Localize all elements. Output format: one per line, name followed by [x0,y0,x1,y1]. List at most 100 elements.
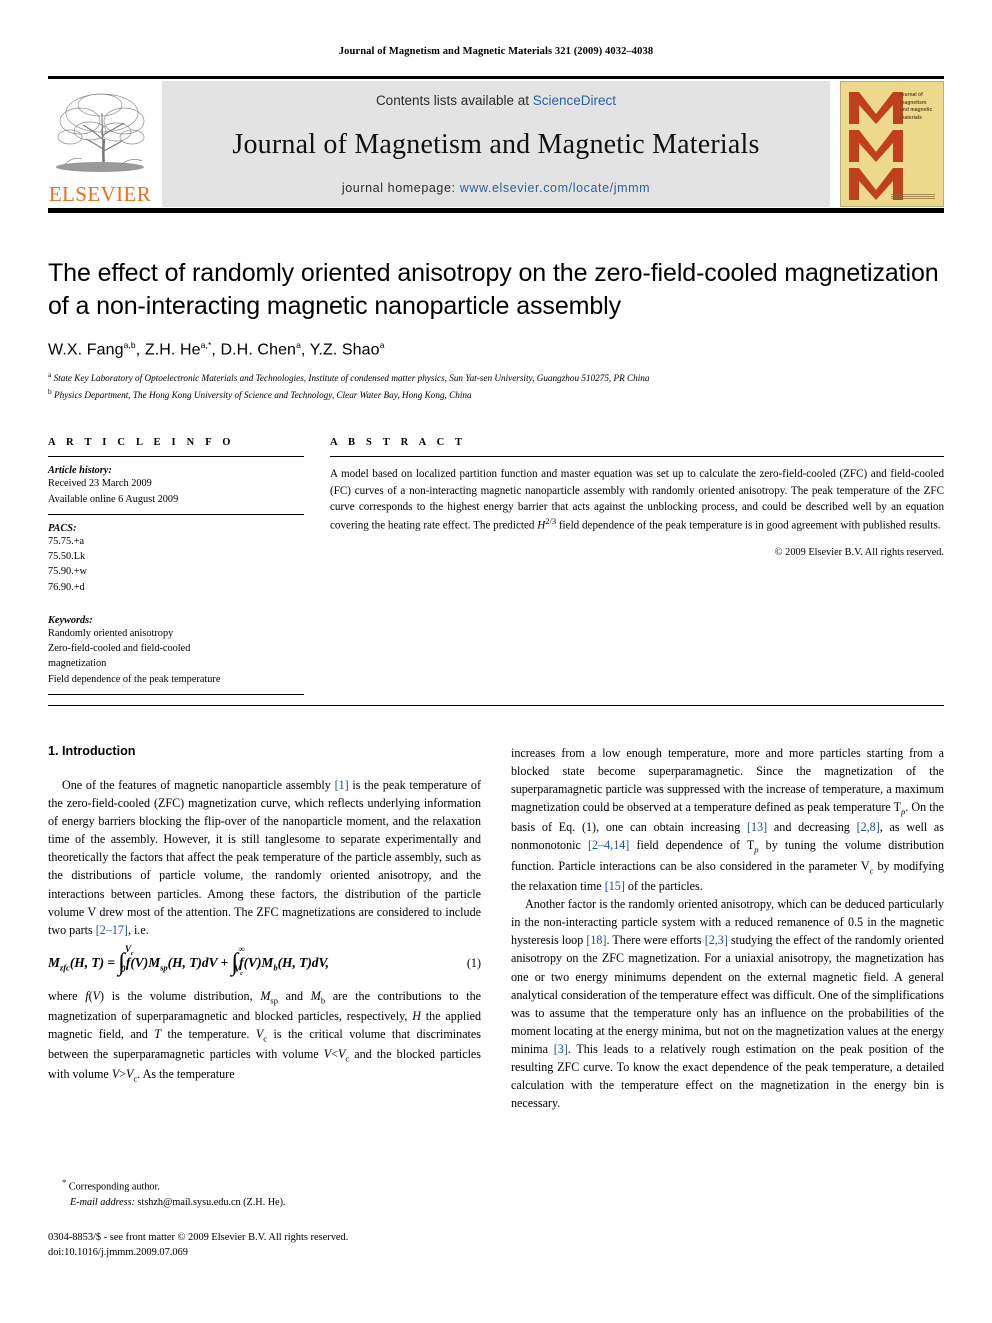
citation-ref[interactable]: [13] [747,820,767,834]
journal-cover-thumbnail: journal of magnetism and magnetic materi… [840,81,944,207]
integral-2-body: f(V)M [239,955,274,971]
citation-ref[interactable]: [3] [554,1042,568,1056]
citation-ref[interactable]: [18] [586,933,606,947]
pacs-code: 75.90.+w [48,566,87,578]
integral-1-upper: Vc [125,944,134,957]
abstract-column: A B S T R A C T A model based on localiz… [330,437,944,694]
article-info-rule [48,456,304,458]
integral-2-tail: (H, T)dV, [277,955,330,971]
equation-lhs-sub: zfc [59,962,70,973]
imprint-issn-line: 0304-8853/$ - see front matter © 2009 El… [48,1231,349,1243]
citation-ref[interactable]: [2–17] [96,923,128,937]
pacs-code: 75.75.+a [48,535,85,547]
email-label: E-mail address: [70,1196,135,1208]
citation-ref[interactable]: [15] [605,879,625,893]
abstract-field-exponent: 2/3 [545,516,557,527]
integral-2-lower: Vc [234,964,243,977]
email-note: E-mail address: stshzh@mail.sysu.edu.cn … [48,1195,481,1210]
running-head: Journal of Magnetism and Magnetic Materi… [338,46,654,57]
contents-prefix: Contents lists available at [375,93,533,108]
article-history-online: Available online 6 August 2009 [48,493,179,505]
corresponding-author-text: Corresponding author. [68,1181,160,1193]
right-text-8: of the particles. [624,878,703,893]
keyword-item: Zero-field-cooled and field-cooled [48,643,191,655]
citation-ref[interactable]: [2,3] [705,933,728,947]
affiliation-a-text: State Key Laboratory of Optoelectronic M… [53,373,650,384]
equation-lhs: M [48,955,60,971]
elsevier-logo: ELSEVIER [48,81,152,207]
equation-lhs-args: (H, T) = [69,955,116,971]
keywords-label: Keywords: [48,614,93,626]
cover-m-letter-1 [849,92,903,124]
abstract-heading: A B S T R A C T [330,437,467,449]
body-columns: 1. Introduction One of the features of m… [48,744,944,1113]
body-separator-rule [48,704,944,706]
elsevier-tree-icon [50,87,150,183]
keywords-rule [48,693,304,695]
elsevier-wordmark: ELSEVIER [48,182,152,206]
pacs-label: PACS: [48,522,77,534]
section-heading-introduction: 1. Introduction [48,743,136,758]
equation-1-number: (1) [466,956,481,971]
right2-text-4: . This leads to a relatively rough estim… [511,1042,944,1111]
journal-title: Journal of Magnetism and Magnetic Materi… [232,128,760,160]
right-text-3: and decreasing [767,820,857,835]
paragraph-right-1: increases from a low enough temperature,… [511,744,944,895]
homepage-prefix: journal homepage: [341,181,460,195]
imprint-doi-line[interactable]: doi:10.1016/j.jmmm.2009.07.069 [48,1245,481,1260]
equation-1: Mzfc(H, T) = ∫ Vc 0 f(V)Msp(H, T)dV + ∫ ∞ Vc f(V… [48,944,330,977]
citation-ref[interactable]: [2,8] [857,820,880,834]
info-abstract-block: A R T I C L E I N F O Article history: R… [48,437,944,695]
affiliation-b-text: Physics Department, The Hong Kong Univer… [54,390,472,401]
intro-text-1: One of the features of magnetic nanopart… [62,777,335,792]
cover-m-letter-2 [849,130,903,162]
abstract-rule [330,456,944,458]
article-history-label: Article history: [48,465,112,477]
right2-text-2: . There were efforts [606,933,705,948]
citation-ref[interactable]: [2–4,14] [588,838,629,852]
pacs-code: 75.50.Lk [48,551,86,563]
body-left-column: 1. Introduction One of the features of m… [48,744,481,1113]
pacs-code: 76.90.+d [48,581,85,593]
abstract-text: A model based on localized partition fun… [330,466,944,534]
abstract-copyright: © 2009 Elsevier B.V. All rights reserved… [774,547,944,559]
article-info-column: A R T I C L E I N F O Article history: R… [48,437,304,695]
sciencedirect-link[interactable]: ScienceDirect [533,93,616,108]
cover-caption: journal of magnetism and magnetic materi… [900,92,933,121]
affiliation-a: a State Key Laboratory of Optoelectronic… [48,370,650,384]
equation-1-row: Mzfc(H, T) = ∫ Vc 0 f(V)Msp(H, T)dV + ∫ ∞ Vc f(V… [48,944,481,977]
cover-footer-band [891,194,935,199]
contents-available-line: Contents lists available at ScienceDirec… [376,93,616,108]
corresponding-author-note: * Corresponding author. [62,1177,160,1193]
journal-homepage-line: journal homepage: www.elsevier.com/locat… [342,181,650,195]
masthead-top-rule [48,76,944,79]
email-address[interactable]: stshzh@mail.sysu.edu.cn (Z.H. He). [135,1197,286,1208]
citation-ref[interactable]: [1] [335,778,349,792]
integral-1-body: f(V)M [125,955,161,971]
integral-1-body-sub: sp [160,962,168,973]
keyword-item: Field dependence of the peak temperature [48,673,221,685]
masthead-bottom-rule [48,208,944,213]
right-text-1: increases from a low enough temperature,… [511,745,944,815]
paper-page: Journal of Magnetism and Magnetic Materi… [0,0,992,1323]
body-right-column: increases from a low enough temperature,… [511,744,944,1113]
cover-artwork: journal of magnetism and magnetic materi… [845,86,939,202]
article-info-heading: A R T I C L E I N F O [48,437,235,449]
integral-1-tail: (H, T)dV + [167,955,229,971]
intro-text-2: is the peak temperature of the zero-fiel… [48,777,481,937]
paragraph-intro-2: where f(V) is the volume distribution, M… [48,988,482,1084]
page-title: The effect of randomly oriented anisotro… [48,259,939,320]
footnote-zone: * Corresponding author. E-mail address: … [48,1176,481,1260]
homepage-url-link[interactable]: www.elsevier.com/locate/jmmm [460,181,650,195]
journal-masthead: ELSEVIER Contents lists available at Sci… [48,81,944,207]
intro-text-3: , i.e. [127,922,149,937]
history-rule [48,513,304,515]
affiliation-b: b Physics Department, The Hong Kong Univ… [48,387,472,401]
right2-text-3: studying the effect of the randomly orie… [511,933,944,1057]
keyword-item: Randomly oriented anisotropy [48,627,174,639]
article-history-received: Received 23 March 2009 [48,478,152,490]
affiliations: a State Key Laboratory of Optoelectronic… [48,369,944,403]
right-text-5: field dependence of T [629,838,755,853]
paragraph-intro-1: One of the features of magnetic nanopart… [48,776,481,939]
